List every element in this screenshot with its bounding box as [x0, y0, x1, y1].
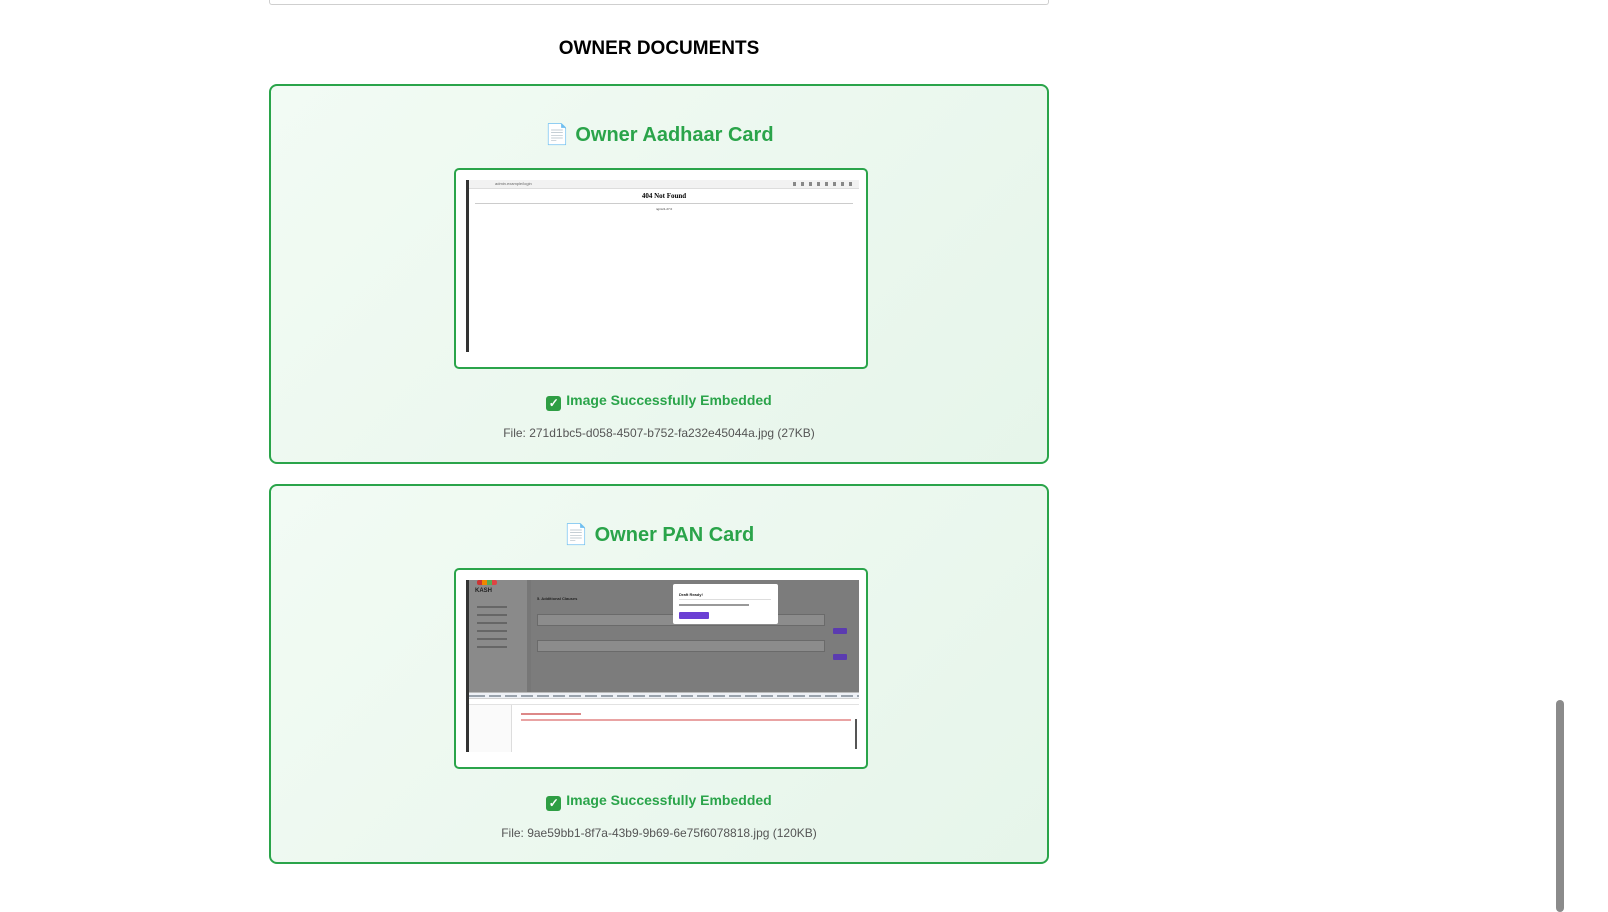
document-title: 📄 Owner Aadhaar Card [271, 122, 1047, 147]
status-message: ✓ Image Successfully Embedded [271, 792, 1047, 811]
nav-line [477, 614, 507, 616]
preview-button [833, 654, 847, 660]
preview-section: 5. Additional Clauses [537, 596, 578, 601]
nav-line [477, 606, 507, 608]
document-icon: 📄 [563, 524, 589, 546]
preview-devtools [469, 692, 859, 752]
document-preview[interactable]: admin.example/login 404 Not Found nginx/… [454, 168, 868, 369]
status-text: Image Successfully Embedded [566, 792, 772, 808]
nav-line [477, 646, 507, 648]
document-title-text: Owner Aadhaar Card [575, 124, 774, 146]
nav-line [477, 638, 507, 640]
preview-field [537, 640, 825, 652]
modal-divider [679, 599, 771, 600]
previous-card-edge [269, 0, 1049, 5]
devtools-toolbar [469, 699, 859, 705]
preview-logo: KASH [475, 588, 493, 594]
preview-heading: 404 Not Found [641, 192, 687, 200]
preview-button [833, 628, 847, 634]
nav-line [477, 630, 507, 632]
devtools-sidebar [469, 705, 512, 752]
preview-modal: Draft Ready! [673, 584, 778, 624]
modal-title: Draft Ready! [679, 592, 703, 597]
document-preview[interactable]: KASH 5. Additional Clauses Draft Ready! [454, 568, 868, 769]
scrollbar-thumb[interactable] [1556, 700, 1564, 912]
browser-bar: admin.example/login [469, 180, 859, 189]
nav-line [477, 622, 507, 624]
preview-main: 5. Additional Clauses Draft Ready! [531, 580, 859, 692]
file-info: File: 271d1bc5-d058-4507-b752-fa232e4504… [503, 426, 815, 440]
document-card-aadhaar: 📄 Owner Aadhaar Card admin.example/login … [269, 84, 1049, 464]
preview-divider [475, 203, 853, 204]
document-card-pan: 📄 Owner PAN Card KASH 5. Additional Claus… [269, 484, 1049, 864]
section-title: OWNER DOCUMENTS [558, 38, 760, 59]
preview-image: KASH 5. Additional Clauses Draft Ready! [466, 580, 859, 752]
check-icon: ✓ [546, 796, 562, 811]
preview-sidebar: KASH [469, 580, 527, 692]
document-icon: 📄 [544, 124, 570, 146]
preview-server: nginx/1.27.0 [655, 207, 673, 211]
status-text: Image Successfully Embedded [566, 392, 772, 408]
devtools-error [521, 713, 581, 715]
document-title-text: Owner PAN Card [594, 524, 755, 546]
modal-button [679, 612, 709, 619]
devtools-error [521, 719, 851, 721]
status-message: ✓ Image Successfully Embedded [271, 392, 1047, 411]
file-info: File: 9ae59bb1-8f7a-43b9-9b69-6e75f60788… [501, 826, 817, 840]
modal-text [679, 604, 749, 606]
devtools-scrollbar [855, 719, 857, 749]
logo-mark [477, 580, 497, 585]
browser-icons [793, 182, 853, 186]
check-icon: ✓ [546, 396, 562, 411]
document-title: 📄 Owner PAN Card [271, 522, 1047, 547]
preview-image: admin.example/login 404 Not Found nginx/… [466, 180, 859, 352]
browser-url: admin.example/login [495, 181, 532, 186]
